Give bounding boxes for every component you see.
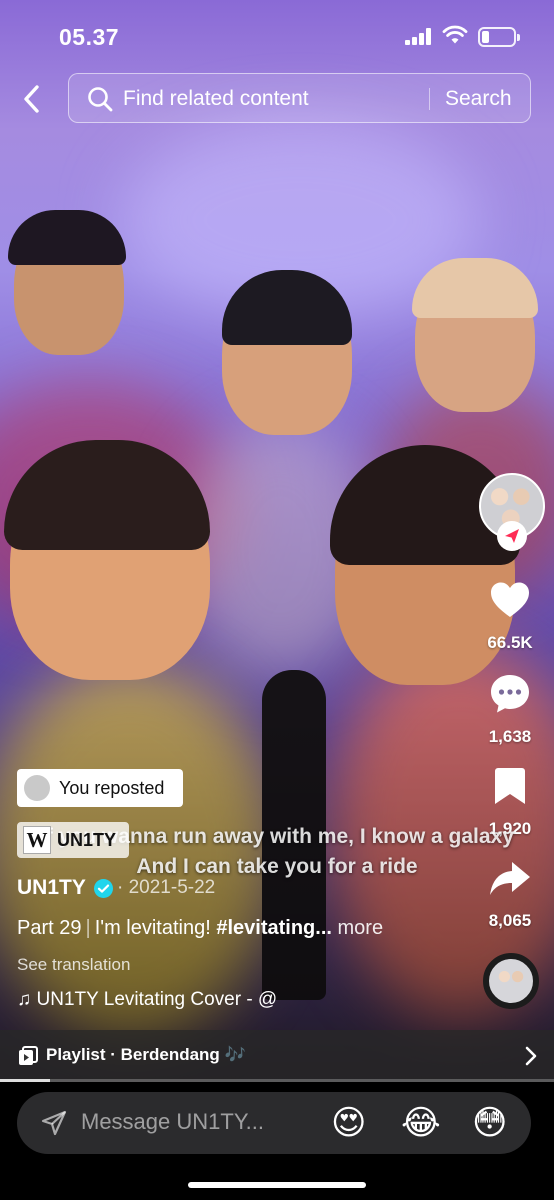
playlist-icon [19,1046,38,1065]
caption-separator: | [85,917,91,939]
send-icon [41,1110,67,1136]
heart-icon [491,582,529,617]
post-caption[interactable]: Part 29 | I'm levitating! #levitating... m… [17,917,383,940]
post-date: · 2021-5-22 [117,877,216,898]
search-icon [88,87,113,112]
comment-count: 1,638 [488,727,532,746]
search-button[interactable]: Search [445,87,512,111]
see-translation-link[interactable]: See translation [17,955,130,975]
repost-badge[interactable] [497,521,527,551]
battery-icon [478,27,520,47]
like-count: 66.5K [487,633,533,652]
message-placeholder: Message UN1TY... [81,1109,265,1134]
home-indicator [188,1182,366,1188]
back-arrow-icon[interactable] [18,82,48,116]
caption-text: I'm levitating! [94,917,211,939]
bookmark-icon [495,768,525,804]
chevron-right-icon [525,1046,537,1066]
playlist-bar[interactable]: Playlist · Berdendang 🎶 [0,1030,554,1082]
repost-label: You reposted [59,778,165,798]
emoji-heart-eyes-button[interactable]: 😍 [331,1104,366,1142]
comment-button[interactable]: 1,638 [470,672,550,747]
cellular-signal-icon [405,28,431,45]
verified-badge-icon [94,879,113,898]
emoji-tears-of-joy-button[interactable]: 😂 [401,1104,441,1142]
repost-arrow-icon [505,529,519,543]
playlist-label: Playlist · Berdendang 🎶 [46,1045,246,1064]
music-disc-icon[interactable] [483,953,539,1009]
comment-icon [491,675,529,713]
status-bar: 05.37 [0,0,554,64]
singer-figure [8,210,126,265]
search-divider [429,88,430,110]
search-input[interactable]: Find related content [123,87,309,111]
emoji-flushed-button[interactable]: 😳 [472,1104,507,1142]
status-time: 05.37 [59,24,120,50]
music-title: UN1TY Levitating Cover - @ [36,989,278,1010]
music-track[interactable]: ♫ UN1TY Levitating Cover - @ [17,989,277,1011]
share-count: 8,065 [488,911,532,930]
caption-part: Part 29 [17,917,82,939]
hashtag-link[interactable]: #levitating... [216,917,332,939]
wiki-tag-label: UN1TY [57,830,117,850]
wiki-tag[interactable]: W UN1TY [17,822,129,858]
wifi-icon [442,25,468,44]
repost-indicator[interactable]: You reposted [17,769,183,807]
music-note-icon: ♫ [17,989,32,1010]
wikipedia-icon: W [23,826,51,854]
like-button[interactable]: 66.5K [470,578,550,653]
author-name[interactable]: UN1TY [17,876,86,900]
search-bar[interactable]: Find related content Search [68,73,531,123]
avatar [24,775,50,801]
more-link[interactable]: more [338,917,384,939]
message-input[interactable]: Message UN1TY... 😍 😂 😳 [17,1092,531,1154]
